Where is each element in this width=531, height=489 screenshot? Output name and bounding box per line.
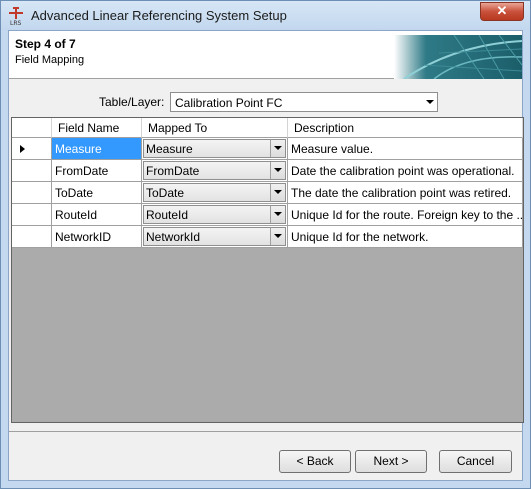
description-cell[interactable]: The date the calibration point was retir… [288,182,523,204]
svg-text:LRS: LRS [10,20,22,26]
description-cell[interactable]: Measure value. [288,138,523,160]
mapped-to-dropdown[interactable]: Measure [143,139,286,158]
field-name-cell[interactable]: FromDate [52,160,142,182]
lrs-app-icon: LRS [7,6,25,27]
column-header-description[interactable]: Description [288,118,523,138]
chevron-down-icon[interactable] [270,184,285,201]
mapped-to-value: NetworkId [146,230,201,244]
mapped-to-cell[interactable]: FromDate [142,160,288,182]
next-button[interactable]: Next > [355,450,427,473]
mapped-to-cell[interactable]: NetworkId [142,226,288,248]
window-title: Advanced Linear Referencing System Setup [31,8,287,23]
chevron-down-icon [426,100,434,104]
chevron-down-icon[interactable] [270,162,285,179]
description-cell[interactable]: Unique Id for the network. [288,226,523,248]
close-button[interactable]: ✕ [480,2,524,21]
back-button[interactable]: < Back [279,450,351,473]
title-bar: LRS Advanced Linear Referencing System S… [1,1,530,30]
row-header-corner [12,118,52,138]
current-row-pointer-icon [20,145,25,153]
chevron-down-icon[interactable] [270,228,285,245]
mapped-to-value: RouteId [146,208,189,222]
wizard-header: Step 4 of 7 Field Mapping [9,31,522,79]
table-layer-label: Table/Layer: [99,95,165,109]
field-name-cell[interactable]: RouteId [52,204,142,226]
step-subtitle: Field Mapping [15,54,85,66]
mapped-to-dropdown[interactable]: FromDate [143,161,286,180]
field-name-cell[interactable]: NetworkID [52,226,142,248]
row-header[interactable] [12,182,52,204]
step-title: Step 4 of 7 [15,37,76,51]
table-layer-select[interactable]: Calibration Point FC [170,92,438,112]
mapped-to-value: FromDate [146,164,200,178]
column-header-field-name[interactable]: Field Name [52,118,142,138]
wizard-body: Step 4 of 7 Field Mapping Table/Layer: C… [8,30,524,481]
mapped-to-cell[interactable]: ToDate [142,182,288,204]
mapped-to-cell[interactable]: Measure [142,138,288,160]
field-mapping-grid: Field Name Mapped To Description Measure… [11,117,524,423]
footer-divider [9,431,522,432]
mapped-to-value: ToDate [146,186,185,200]
description-cell[interactable]: Date the calibration point was operation… [288,160,523,182]
column-header-mapped-to[interactable]: Mapped To [142,118,288,138]
chevron-down-icon[interactable] [270,206,285,223]
close-icon: ✕ [496,3,508,18]
mapped-to-dropdown[interactable]: NetworkId [143,227,286,246]
cancel-button[interactable]: Cancel [439,450,512,473]
table-layer-value: Calibration Point FC [175,96,283,110]
mapped-to-cell[interactable]: RouteId [142,204,288,226]
row-header[interactable] [12,160,52,182]
chevron-down-icon[interactable] [270,140,285,157]
row-header[interactable] [12,226,52,248]
mapped-to-dropdown[interactable]: ToDate [143,183,286,202]
field-name-cell[interactable]: Measure [52,138,142,160]
map-banner-image [394,35,522,79]
description-cell[interactable]: Unique Id for the route. Foreign key to … [288,204,523,226]
mapped-to-dropdown[interactable]: RouteId [143,205,286,224]
row-header[interactable] [12,204,52,226]
row-header[interactable] [12,138,52,160]
field-name-cell[interactable]: ToDate [52,182,142,204]
mapped-to-value: Measure [146,142,193,156]
setup-window: LRS Advanced Linear Referencing System S… [0,0,531,489]
